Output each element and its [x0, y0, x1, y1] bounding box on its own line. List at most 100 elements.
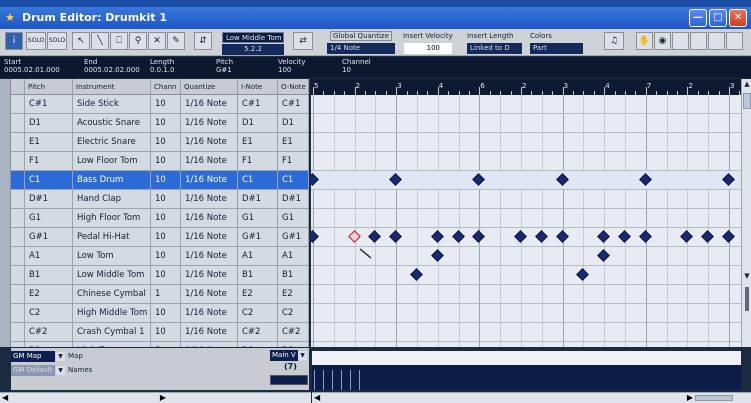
table-row[interactable]: D1 Acoustic Snare 10 1/16 Note D1 D1 — [11, 114, 309, 133]
cell-inote[interactable]: E2 — [238, 285, 278, 304]
grid-row[interactable] — [311, 152, 741, 171]
hand-icon[interactable]: ✋ — [636, 32, 653, 50]
cell-inote[interactable]: A1 — [238, 247, 278, 266]
table-row[interactable]: D#1 Hand Clap 10 1/16 Note D#1 D#1 — [11, 190, 309, 209]
quantize-select[interactable]: 1/4 Note — [327, 43, 395, 54]
zoom-icon[interactable]: ⚲ — [129, 32, 147, 50]
table-row[interactable]: C1 Bass Drum 10 1/16 Note C1 C1 — [11, 171, 309, 190]
controller-lane[interactable] — [312, 365, 741, 390]
col-pitch[interactable]: Pitch — [25, 79, 73, 95]
grid-row[interactable] — [311, 266, 741, 285]
cell-inote[interactable]: F1 — [238, 152, 278, 171]
controller-field[interactable] — [270, 375, 308, 385]
grid-row[interactable] — [311, 114, 741, 133]
blank-button-4[interactable] — [726, 32, 743, 50]
cell-pitch[interactable]: G1 — [25, 209, 73, 228]
insert-length-select[interactable]: Linked to D — [467, 43, 522, 54]
cell-quantize[interactable]: 1/16 Note — [181, 133, 238, 152]
col-onote[interactable]: O-Note — [278, 79, 309, 95]
cell-onote[interactable]: F1 — [278, 152, 309, 171]
table-row[interactable]: B1 Low Middle Tom 10 1/16 Note B1 B1 — [11, 266, 309, 285]
controller-select[interactable]: Main V — [270, 350, 298, 361]
table-row[interactable]: E1 Electric Snare 10 1/16 Note E1 E1 — [11, 133, 309, 152]
cell-pitch[interactable]: G#1 — [25, 228, 73, 247]
names-dropdown-icon[interactable]: ▼ — [56, 366, 65, 375]
grid-row[interactable] — [311, 171, 741, 190]
blank-button-1[interactable] — [672, 32, 689, 50]
cell-instrument[interactable]: High Floor Tom — [73, 209, 151, 228]
cell-onote[interactable]: G1 — [278, 209, 309, 228]
velocity-value[interactable]: 100 — [278, 66, 305, 74]
record-icon[interactable]: ◉ — [654, 32, 671, 50]
grid-horizontal-scrollbar[interactable]: ◀ ▶ — [312, 392, 751, 403]
cell-quantize[interactable]: 1/16 Note — [181, 266, 238, 285]
zoom-slider[interactable] — [745, 287, 749, 311]
eraser-icon[interactable]: ⎕ — [110, 32, 128, 50]
grid-row[interactable] — [311, 285, 741, 304]
maximize-button[interactable]: □ — [709, 9, 727, 27]
colors-select[interactable]: Part — [530, 43, 583, 54]
grid-row[interactable] — [311, 133, 741, 152]
cell-onote[interactable]: D#1 — [278, 190, 309, 209]
cell-instrument[interactable]: High Middle Tom — [73, 304, 151, 323]
cell-instrument[interactable]: Side Stick — [73, 95, 151, 114]
cell-channel[interactable]: 1 — [151, 285, 181, 304]
cell-pitch[interactable]: C#2 — [25, 323, 73, 342]
cell-pitch[interactable]: A1 — [25, 247, 73, 266]
cell-pitch[interactable]: C1 — [25, 171, 73, 190]
grid-row[interactable] — [311, 304, 741, 323]
cell-quantize[interactable]: 1/16 Note — [181, 285, 238, 304]
blank-button-2[interactable] — [690, 32, 707, 50]
close-button[interactable]: ✕ — [729, 9, 747, 27]
map-dropdown-icon[interactable]: ▼ — [56, 352, 65, 361]
controller-dropdown-icon[interactable]: ▼ — [298, 351, 307, 360]
cell-channel[interactable]: 10 — [151, 228, 181, 247]
cell-instrument[interactable]: Bass Drum — [73, 171, 151, 190]
cell-onote[interactable]: C#2 — [278, 323, 309, 342]
cell-channel[interactable]: 10 — [151, 266, 181, 285]
scroll-down-icon[interactable]: ▼ — [742, 271, 751, 281]
start-value[interactable]: 0005.02.01.000 — [4, 66, 60, 74]
arrow-icon[interactable]: ↖ — [72, 32, 90, 50]
cell-channel[interactable]: 10 — [151, 95, 181, 114]
cell-channel[interactable]: 10 — [151, 133, 181, 152]
cell-onote[interactable]: A1 — [278, 247, 309, 266]
names-select[interactable]: GM Default — [11, 365, 55, 376]
cell-channel[interactable]: 10 — [151, 209, 181, 228]
channel-value[interactable]: 10 — [342, 66, 371, 74]
scroll-left-icon[interactable]: ◀ — [2, 393, 8, 402]
grid-row[interactable] — [311, 323, 741, 342]
col-inote[interactable]: I-Note — [238, 79, 278, 95]
cell-instrument[interactable]: Pedal Hi-Hat — [73, 228, 151, 247]
cell-inote[interactable]: D#1 — [238, 190, 278, 209]
table-row[interactable]: E2 Chinese Cymbal 1 1/16 Note E2 E2 — [11, 285, 309, 304]
note-grid[interactable]: 5 2 3 4 6 2 3 4 7 2 3 — [311, 79, 741, 347]
scroll-right-icon[interactable]: ▶ — [160, 393, 166, 402]
cell-instrument[interactable]: Electric Snare — [73, 133, 151, 152]
blank-button-3[interactable] — [708, 32, 725, 50]
grid-row[interactable] — [311, 247, 741, 266]
table-row[interactable]: G1 High Floor Tom 10 1/16 Note G1 G1 — [11, 209, 309, 228]
map-select[interactable]: GM Map — [11, 351, 55, 362]
cell-quantize[interactable]: 1/16 Note — [181, 304, 238, 323]
cell-onote[interactable]: C1 — [278, 171, 309, 190]
grid-scroll-right-icon[interactable]: ▶ — [687, 393, 693, 402]
cell-quantize[interactable]: 1/16 Note — [181, 190, 238, 209]
end-value[interactable]: 0005.02.02.000 — [84, 66, 140, 74]
vertical-scrollbar[interactable]: ▲ ▼ — [741, 79, 751, 347]
cell-pitch[interactable]: E1 — [25, 133, 73, 152]
cell-pitch[interactable]: B1 — [25, 266, 73, 285]
grid-scroll-left-icon[interactable]: ◀ — [314, 393, 320, 402]
table-row[interactable]: C2 High Middle Tom 10 1/16 Note C2 C2 — [11, 304, 309, 323]
cell-channel[interactable]: 10 — [151, 190, 181, 209]
cell-quantize[interactable]: 1/16 Note — [181, 323, 238, 342]
cell-inote[interactable]: D1 — [238, 114, 278, 133]
cell-pitch[interactable]: D#1 — [25, 190, 73, 209]
cell-inote[interactable]: C2 — [238, 304, 278, 323]
col-quantize[interactable]: Quantize — [181, 79, 238, 95]
cell-instrument[interactable]: Hand Clap — [73, 190, 151, 209]
cell-quantize[interactable]: 1/16 Note — [181, 152, 238, 171]
cell-onote[interactable]: C#1 — [278, 95, 309, 114]
title-bar[interactable]: ★ Drum Editor: Drumkit 1 — □ ✕ — [0, 7, 751, 29]
cell-inote[interactable]: E1 — [238, 133, 278, 152]
